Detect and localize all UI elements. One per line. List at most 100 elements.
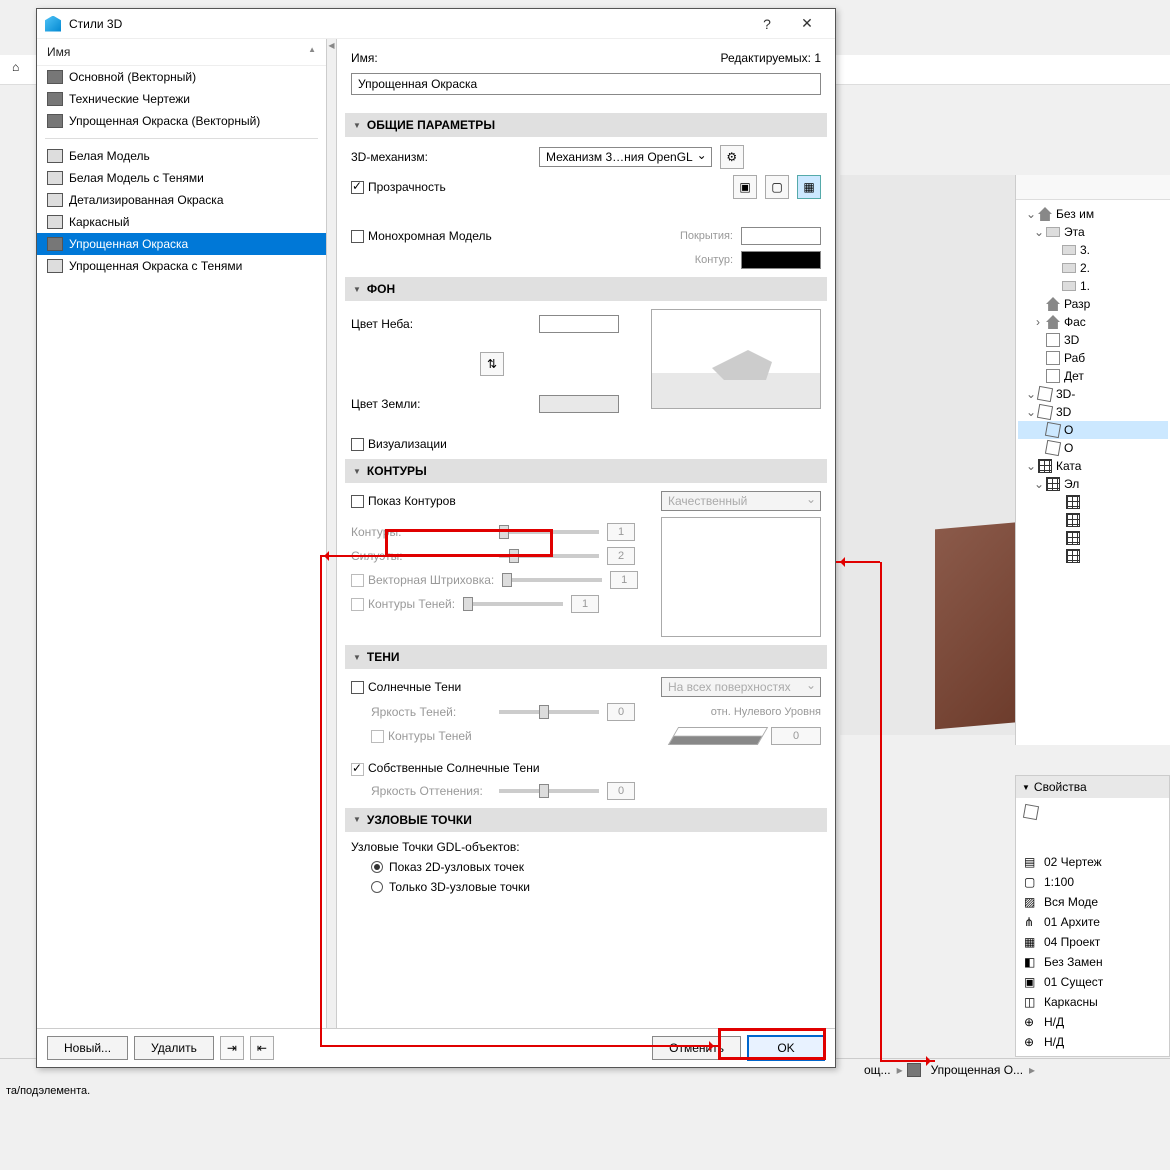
property-row[interactable]: ▨Вся Моде — [1020, 892, 1165, 912]
style-name-input[interactable] — [351, 73, 821, 95]
transparency-checkbox[interactable]: Прозрачность — [351, 180, 446, 194]
mode-icon-2[interactable]: ▢ — [765, 175, 789, 199]
breadcrumb[interactable]: ощ... — [858, 1063, 897, 1077]
section-contours[interactable]: КОНТУРЫ — [345, 459, 827, 483]
section-shadows[interactable]: ТЕНИ — [345, 645, 827, 669]
visualizations-checkbox[interactable]: Визуализации — [351, 437, 447, 451]
property-row[interactable]: ◫Каркасны — [1020, 992, 1165, 1012]
import-icon[interactable]: ⇥ — [220, 1036, 244, 1060]
nav-item[interactable]: ⌄3D — [1018, 403, 1168, 421]
contours-slider-label: Контуры: — [351, 525, 491, 539]
nav-item[interactable]: 1. — [1018, 277, 1168, 295]
monochrome-checkbox[interactable]: Монохромная Модель — [351, 229, 492, 243]
show-contours-checkbox[interactable]: Показ Контуров — [351, 494, 456, 508]
sc-slider — [463, 602, 563, 606]
delete-button[interactable]: Удалить — [134, 1036, 214, 1060]
list-item[interactable]: Упрощенная Окраска (Векторный) — [37, 110, 326, 132]
nav-item[interactable]: Раб — [1018, 349, 1168, 367]
sun-shadows-checkbox[interactable]: Солнечные Тени — [351, 680, 461, 694]
collapse-handle[interactable]: ◀ — [327, 39, 337, 1028]
grid-icon — [1046, 477, 1060, 491]
contours-slider — [499, 530, 599, 534]
nav-item[interactable]: О — [1018, 421, 1168, 439]
ground-label: Цвет Земли: — [351, 397, 531, 411]
3d-viewport — [840, 175, 1015, 735]
list-item[interactable]: Упрощенная Окраска — [37, 233, 326, 255]
new-button[interactable]: Новый... — [47, 1036, 128, 1060]
shade-slider — [499, 789, 599, 793]
mode-icon-3[interactable]: ▦ — [797, 175, 821, 199]
shadow-brightness-label: Яркость Теней: — [351, 705, 491, 719]
cancel-button[interactable]: Отменить — [652, 1036, 741, 1060]
nav-item[interactable]: 3D — [1018, 331, 1168, 349]
contour-color-label: Контур: — [695, 254, 733, 266]
property-row[interactable]: ◧Без Замен — [1020, 952, 1165, 972]
zero-value: 0 — [771, 727, 821, 745]
nav-item[interactable]: ⌄Ката — [1018, 457, 1168, 475]
list-item[interactable]: Белая Модель с Тенями — [37, 167, 326, 189]
section-general[interactable]: ОБЩИЕ ПАРАМЕТРЫ — [345, 113, 827, 137]
property-row[interactable]: ⊕Н/Д — [1020, 1012, 1165, 1032]
grid-icon — [1038, 459, 1052, 473]
style-icon — [47, 70, 63, 84]
hint-text: та/подэлемента. — [0, 1082, 96, 1100]
section-background[interactable]: ФОН — [345, 277, 827, 301]
nav-item[interactable]: ›Фас — [1018, 313, 1168, 331]
cover-color[interactable] — [741, 227, 821, 245]
property-row[interactable]: ⋔01 Архите — [1020, 912, 1165, 932]
nav-root[interactable]: ⌄Без им — [1018, 205, 1168, 223]
ok-button[interactable]: OK — [747, 1035, 825, 1061]
link-icon[interactable]: ⇅ — [480, 352, 504, 376]
export-icon[interactable]: ⇤ — [250, 1036, 274, 1060]
sky-color[interactable] — [539, 315, 619, 333]
shadow-preview — [668, 727, 768, 745]
list-item[interactable]: Упрощенная Окраска с Тенями — [37, 255, 326, 277]
nav-item[interactable]: ⌄3D- — [1018, 385, 1168, 403]
annotation-line — [880, 562, 882, 1062]
nav-item[interactable]: О — [1018, 439, 1168, 457]
breadcrumb[interactable]: Упрощенная О... — [925, 1063, 1029, 1077]
list-item[interactable]: Основной (Векторный) — [37, 66, 326, 88]
style-icon — [47, 92, 63, 106]
nav-item[interactable]: Дет — [1018, 367, 1168, 385]
nav-item[interactable]: 2. — [1018, 259, 1168, 277]
prop-icon: ◫ — [1024, 995, 1038, 1009]
list-item[interactable]: Технические Чертежи — [37, 88, 326, 110]
property-row[interactable]: ⊕Н/Д — [1020, 1032, 1165, 1052]
nav-item[interactable]: ⌄Эта — [1018, 223, 1168, 241]
list-header[interactable]: Имя — [37, 39, 326, 66]
list-item[interactable]: Детализированная Окраска — [37, 189, 326, 211]
style-icon — [47, 259, 63, 273]
mechanism-dropdown[interactable]: Механизм 3…ния OpenGL — [539, 147, 712, 167]
cube-icon — [1045, 440, 1061, 456]
contour-color[interactable] — [741, 251, 821, 269]
properties-header[interactable]: Свойства — [1016, 776, 1169, 798]
property-row[interactable]: ▣01 Сущест — [1020, 972, 1165, 992]
name-label: Имя: — [351, 51, 721, 65]
vh-value: 1 — [610, 571, 638, 589]
cube-icon — [1037, 404, 1053, 420]
property-row[interactable]: ▢1:100 — [1020, 872, 1165, 892]
style-icon — [907, 1063, 921, 1077]
navigator-panel: ⌄Без им ⌄Эта3.2.1.Разр›Фас3DРабДет⌄3D-⌄3… — [1015, 175, 1170, 745]
help-button[interactable]: ? — [747, 16, 787, 32]
property-row[interactable]: ▤02 Чертеж — [1020, 852, 1165, 872]
prop-icon: ▨ — [1024, 895, 1038, 909]
shadow-contours2-checkbox: Контуры Теней — [351, 729, 472, 743]
shadow-contours-checkbox: Контуры Теней: — [351, 597, 455, 611]
close-button[interactable]: ✕ — [787, 15, 827, 32]
nav-item[interactable]: Разр — [1018, 295, 1168, 313]
gear-icon[interactable]: ⚙ — [720, 145, 744, 169]
ground-color[interactable] — [539, 395, 619, 413]
folder-icon — [1062, 245, 1076, 255]
property-row[interactable]: ▦04 Проект — [1020, 932, 1165, 952]
nav-item[interactable]: 3. — [1018, 241, 1168, 259]
list-item[interactable]: Белая Модель — [37, 145, 326, 167]
mode-icon-1[interactable]: ▣ — [733, 175, 757, 199]
section-nodes[interactable]: УЗЛОВЫЕ ТОЧКИ — [345, 808, 827, 832]
annotation-arrow — [880, 1060, 935, 1062]
nav-item[interactable]: ⌄Эл — [1018, 475, 1168, 493]
radio-3d-nodes[interactable]: Только 3D-узловые точки — [371, 880, 530, 894]
radio-2d-nodes[interactable]: Показ 2D-узловых точек — [371, 860, 524, 874]
list-item[interactable]: Каркасный — [37, 211, 326, 233]
